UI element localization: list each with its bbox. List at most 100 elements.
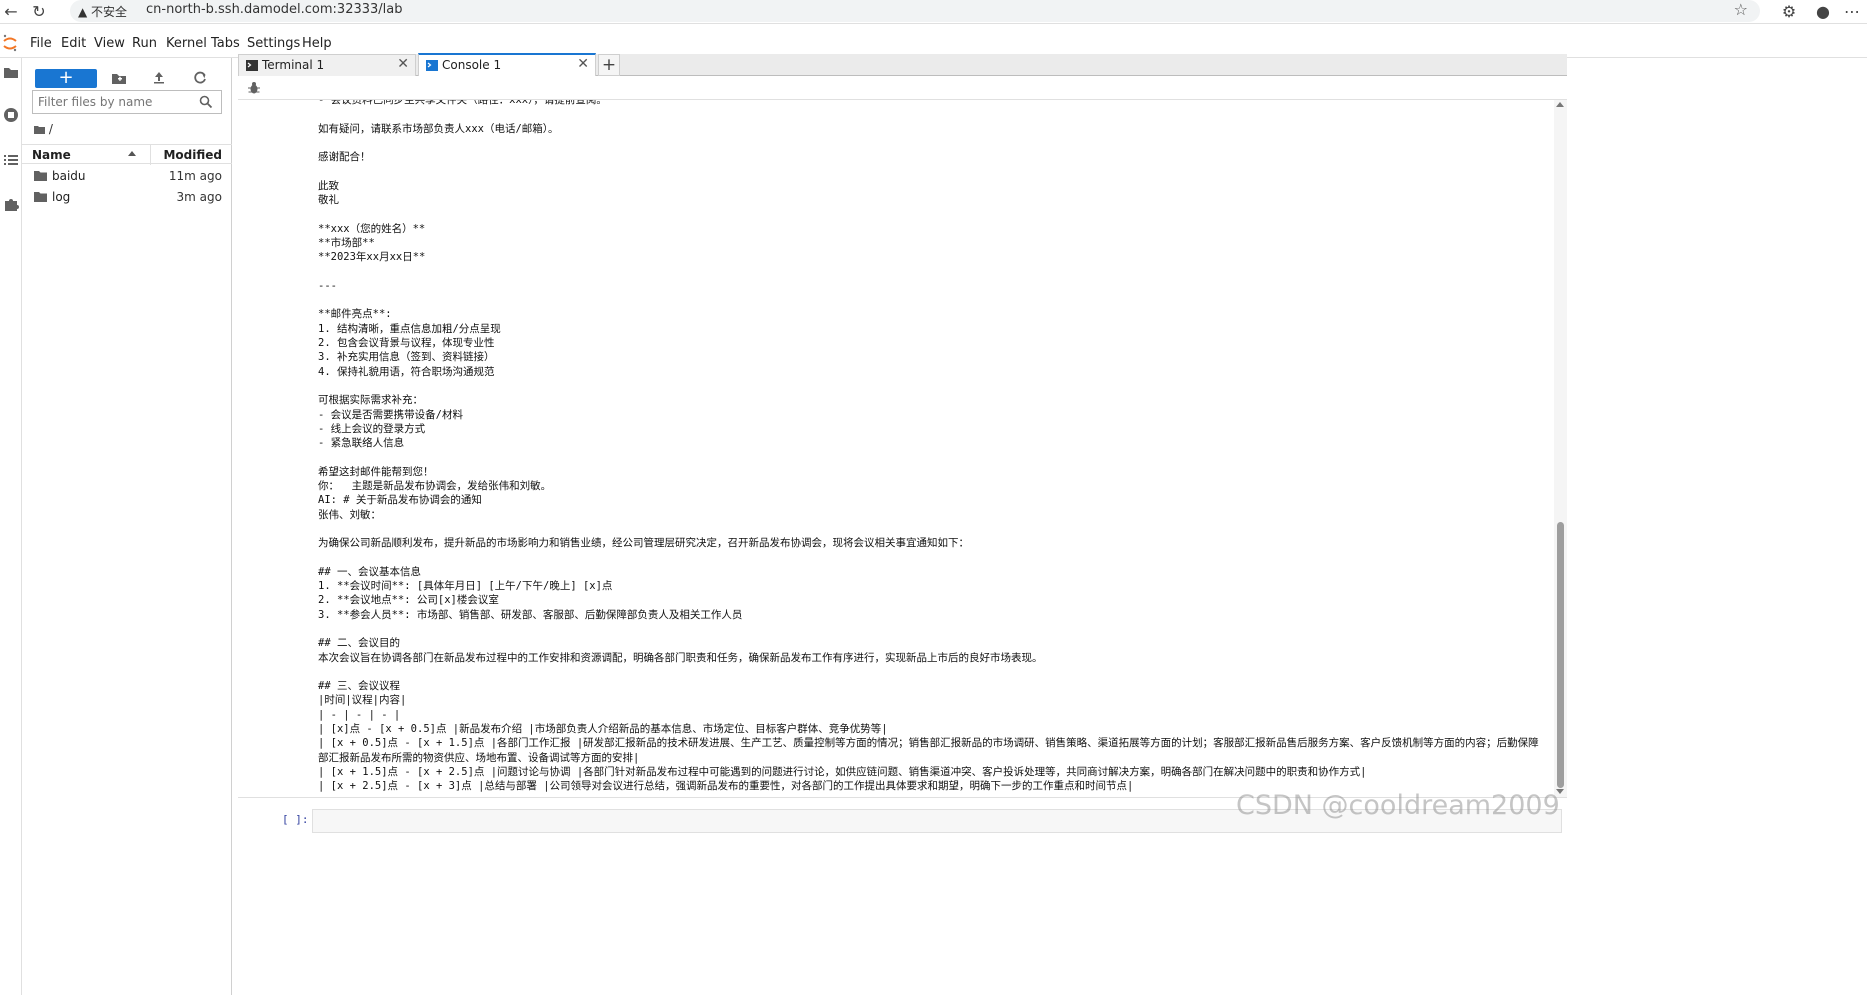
menu-kernel[interactable]: Kernel — [166, 36, 207, 51]
browser-menu-icon[interactable]: ⋯ — [1841, 1, 1863, 23]
filter-files-input[interactable] — [38, 94, 188, 110]
console-line: 你： 主题是新品发布协调会，发给张伟和刘敏。 — [318, 480, 552, 493]
search-icon — [199, 95, 213, 109]
new-folder-icon[interactable] — [109, 68, 129, 88]
console-line: 3. 补充实用信息（签到、资料链接） — [318, 351, 495, 364]
console-line: **市场部** — [318, 236, 375, 249]
console-line: 1. **会议时间**: [具体年月日] [上午/下午/晚上] [x]点 — [318, 580, 613, 593]
column-modified-header[interactable]: Modified — [163, 148, 222, 162]
menu-view[interactable]: View — [94, 36, 125, 51]
console-line: - 紧急联络人信息 — [318, 437, 405, 450]
breadcrumb[interactable]: / — [34, 122, 53, 136]
extensions-icon[interactable]: ⚙ — [1778, 1, 1800, 23]
column-name-header[interactable]: Name — [32, 148, 71, 162]
output-scrollbar[interactable] — [1554, 100, 1567, 797]
console-line: **邮件亮点**: — [318, 308, 392, 321]
menu-file[interactable]: File — [30, 36, 52, 51]
console-line: - 会议是否需要携带设备/材料 — [318, 408, 463, 421]
console-icon — [426, 60, 438, 71]
file-browser-panel: + / Name Modified baidu 11m ago log 3m a… — [22, 58, 232, 995]
console-line: **xxx（您的姓名）** — [318, 222, 426, 235]
console-line: AI: # 关于新品发布协调会的通知 — [318, 494, 482, 507]
tab-terminal-1[interactable]: Terminal 1 ✕ — [238, 54, 416, 76]
sort-ascending-icon — [128, 151, 136, 156]
input-prompt: [ ]: — [282, 813, 309, 826]
close-icon[interactable]: ✕ — [397, 56, 409, 72]
console-line: | [x + 1.5]点 - [x + 2.5]点 |问题讨论与协调 |各部门针… — [318, 765, 1367, 778]
tab-console-1[interactable]: Console 1 ✕ — [418, 53, 596, 76]
url-text: cn-north-b.ssh.damodel.com:32333/lab — [146, 2, 403, 17]
reload-icon[interactable]: ↻ — [28, 1, 50, 23]
scroll-thumb[interactable] — [1557, 522, 1564, 788]
console-line: 为确保公司新品顺利发布，提升新品的市场影响力和销售业绩，经公司管理层研究决定，召… — [318, 537, 969, 550]
extensions-puzzle-icon[interactable] — [2, 195, 20, 213]
menu-run[interactable]: Run — [132, 36, 157, 51]
console-output-area[interactable]: - 会议资料已同步至共享文件夹（路径：xxx），请提前查阅。 如有疑问，请联系市… — [238, 100, 1554, 797]
profile-avatar-icon[interactable]: ● — [1812, 1, 1834, 23]
tab-bar: Terminal 1 ✕ Console 1 ✕ + — [238, 53, 1567, 76]
insecure-label: 不安全 — [91, 5, 128, 19]
watermark: CSDN @cooldream2009 — [1236, 790, 1560, 821]
console-line: 4. 保持礼貌用语，符合职场沟通规范 — [318, 365, 495, 378]
console-line: 感谢配合！ — [318, 151, 371, 164]
address-bar[interactable]: ▲ 不安全 cn-north-b.ssh.damodel.com:32333/l… — [70, 0, 1760, 22]
refresh-icon[interactable] — [190, 68, 210, 88]
console-line: 可根据实际需求补充： — [318, 394, 423, 407]
file-name: baidu — [52, 169, 86, 183]
console-line: |时间|议程|内容| — [318, 694, 407, 707]
close-icon[interactable]: ✕ — [577, 56, 589, 72]
activity-bar — [0, 58, 22, 995]
back-arrow-icon[interactable]: ← — [0, 1, 22, 23]
bookmark-star-icon[interactable]: ☆ — [1734, 0, 1748, 19]
tab-label: Console 1 — [442, 58, 502, 72]
scroll-up-icon[interactable] — [1556, 102, 1564, 107]
console-line: 2. **会议地点**: 公司[x]楼会议室 — [318, 594, 499, 607]
console-line: - 线上会议的登录方式 — [318, 422, 426, 435]
console-line: 张伟、刘敏： — [318, 508, 381, 521]
console-output-text: - 会议资料已同步至共享文件夹（路径：xxx），请提前查阅。 如有疑问，请联系市… — [318, 100, 1548, 794]
filter-files-box[interactable] — [32, 90, 222, 114]
menu-settings[interactable]: Settings — [247, 36, 300, 51]
console-line: | [x + 0.5]点 - [x + 1.5]点 |各部门工作汇报 |研发部汇… — [318, 737, 1539, 764]
browser-toolbar: ← ↻ ▲ 不安全 cn-north-b.ssh.damodel.com:323… — [0, 0, 1867, 24]
console-line: 3. **参会人员**: 市场部、销售部、研发部、客服部、后勤保障部负责人及相关… — [318, 608, 743, 621]
console-line: - 会议资料已同步至共享文件夹（路径：xxx），请提前查阅。 — [318, 100, 607, 106]
console-line: | [x]点 - [x + 0.5]点 |新品发布介绍 |市场部负责人介绍新品的… — [318, 723, 888, 736]
running-kernels-icon[interactable] — [2, 106, 20, 124]
menu-edit[interactable]: Edit — [61, 36, 86, 51]
debugger-bug-icon[interactable] — [247, 81, 261, 95]
console-line: 敬礼 — [318, 194, 339, 207]
file-modified: 3m ago — [176, 190, 222, 204]
folder-icon[interactable] — [2, 63, 20, 81]
new-launcher-button[interactable]: + — [35, 69, 97, 88]
file-modified: 11m ago — [168, 169, 222, 183]
folder-icon — [34, 171, 47, 181]
menu-help[interactable]: Help — [302, 36, 332, 51]
file-row-log[interactable]: log 3m ago — [22, 187, 232, 207]
console-line: 1. 结构清晰，重点信息加粗/分点呈现 — [318, 322, 501, 335]
file-list-header: Name Modified — [22, 144, 232, 165]
column-divider[interactable] — [150, 145, 151, 165]
breadcrumb-root: / — [48, 122, 53, 136]
menu-tabs[interactable]: Tabs — [211, 36, 240, 51]
upload-icon[interactable] — [149, 68, 169, 88]
console-line: 希望这封邮件能帮到您！ — [318, 465, 434, 478]
console-line: --- — [318, 279, 337, 292]
console-line: 本次会议旨在协调各部门在新品发布过程中的工作安排和资源调配，明确各部门职责和任务… — [318, 651, 1043, 664]
add-tab-button[interactable]: + — [598, 54, 620, 76]
terminal-icon — [246, 60, 258, 71]
insecure-warning[interactable]: ▲ 不安全 — [78, 3, 127, 20]
table-of-contents-icon[interactable] — [2, 151, 20, 169]
file-row-baidu[interactable]: baidu 11m ago — [22, 166, 232, 186]
jupyter-logo-icon — [3, 34, 17, 52]
